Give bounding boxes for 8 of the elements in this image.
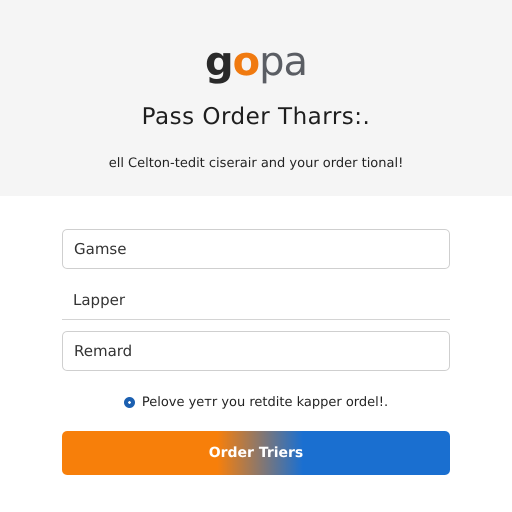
order-button[interactable]: Order Triers — [62, 431, 450, 475]
input-field[interactable]: Gamse — [62, 229, 450, 269]
checkbox-label: Pelove yeтr you retdite kapper ordel!. — [142, 395, 388, 410]
subtitle: ell Celton-tedit ciserair and your order tional! — [108, 156, 404, 171]
page-title: Pass Order Tharrs:. — [142, 104, 370, 130]
logo: gopa — [204, 40, 308, 84]
checkbox[interactable] — [124, 397, 135, 408]
input-field[interactable]: Remard — [62, 331, 450, 371]
